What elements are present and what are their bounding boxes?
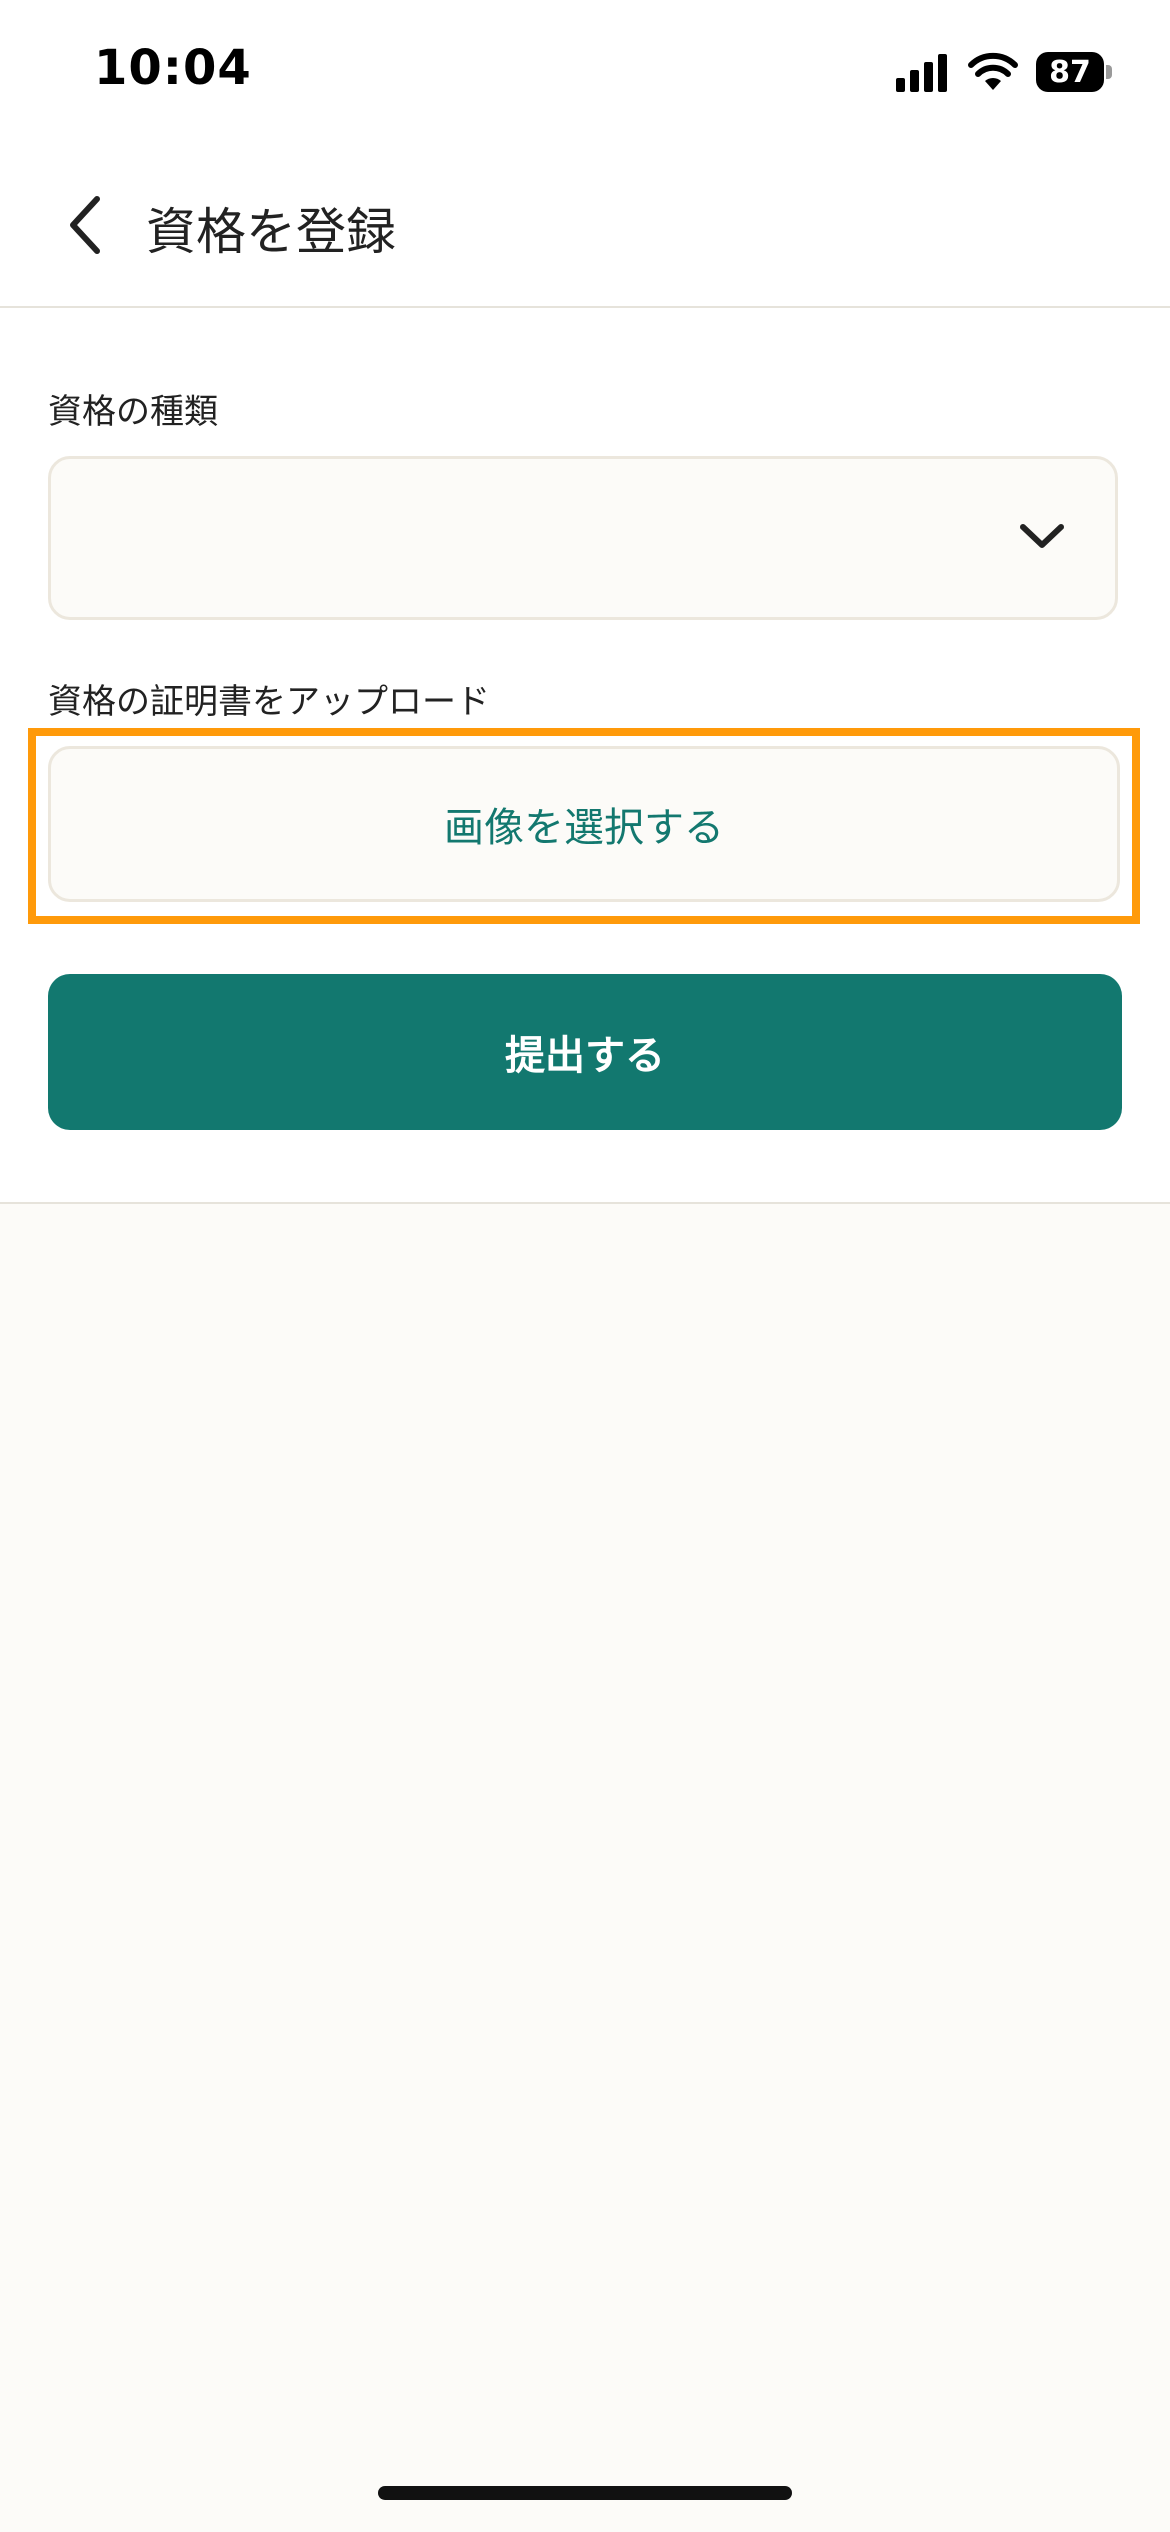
battery-cap [1106, 65, 1112, 79]
chevron-left-icon [70, 196, 100, 254]
status-time: 10:04 [94, 40, 252, 96]
home-indicator [378, 2486, 792, 2500]
battery-icon: 87 [1036, 52, 1112, 92]
upload-certificate-label: 資格の証明書をアップロード [48, 682, 490, 722]
status-icons: 87 [896, 52, 1112, 92]
status-bar: 10:04 87 [0, 0, 1170, 150]
submit-button[interactable]: 提出する [48, 974, 1122, 1130]
qualification-type-label: 資格の種類 [48, 392, 218, 432]
page-title: 資格を登録 [146, 203, 396, 261]
qualification-form: 資格の種類 資格の証明書をアップロード 画像を選択する 提出する [0, 308, 1170, 1204]
back-button[interactable] [50, 190, 120, 260]
select-image-button[interactable]: 画像を選択する [48, 746, 1120, 902]
battery-level: 87 [1036, 52, 1104, 92]
chevron-down-icon [1020, 524, 1064, 548]
signal-icon [896, 54, 947, 92]
qualification-type-select[interactable] [48, 456, 1118, 620]
wifi-icon [968, 52, 1018, 90]
header: 資格を登録 [0, 150, 1170, 308]
